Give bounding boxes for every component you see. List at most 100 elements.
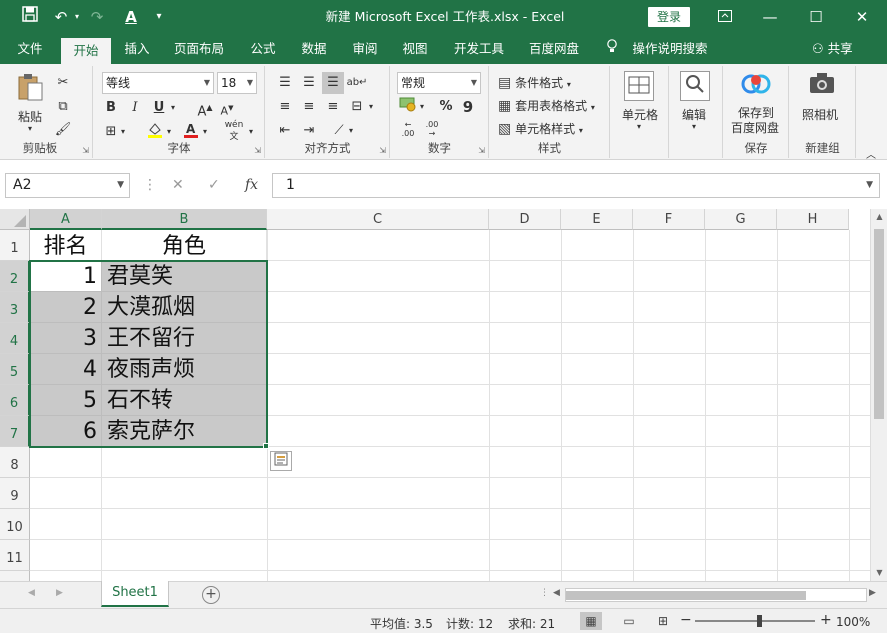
save-icon[interactable] [18, 0, 42, 34]
cell-b5[interactable]: 夜雨声烦 [102, 354, 267, 385]
cells-icon[interactable] [624, 71, 654, 101]
login-button[interactable]: 登录 [648, 7, 690, 27]
horizontal-scroll-thumb[interactable] [566, 591, 806, 600]
number-launcher-icon[interactable]: ⇲ [478, 146, 485, 155]
align-bottom-icon[interactable]: ☰ [322, 72, 344, 94]
cell-b7[interactable]: 索克萨尔 [102, 416, 267, 447]
tell-me-search[interactable]: 操作说明搜索 [630, 34, 710, 64]
column-header-f[interactable]: F [633, 209, 705, 230]
next-sheet-icon[interactable]: ▶ [56, 588, 63, 598]
shrink-font-button[interactable]: A▼ [216, 97, 238, 119]
underline-button[interactable]: U [148, 97, 170, 119]
row-header-2[interactable]: 2 [0, 261, 30, 292]
paste-label[interactable]: 粘贴 [18, 108, 42, 125]
cells-label[interactable]: 单元格 [622, 106, 658, 123]
cells-dropdown-icon[interactable]: ▾ [637, 122, 641, 131]
row-header-11[interactable]: 11 [0, 540, 30, 571]
conditional-formatting-button[interactable]: ▤ 条件格式 ▾ [498, 74, 571, 91]
tab-split-icon[interactable]: ⋮ [540, 588, 549, 598]
scroll-right-icon[interactable]: ▶ [869, 588, 876, 598]
merge-dropdown-icon[interactable]: ▾ [366, 96, 376, 118]
row-header-5[interactable]: 5 [0, 354, 30, 385]
decrease-decimal-button[interactable]: .00 → [421, 120, 443, 142]
edit-label[interactable]: 编辑 [682, 106, 706, 123]
name-box[interactable]: A2 ▼ [5, 173, 130, 198]
font-size-combo[interactable]: 18 ▼ [217, 72, 257, 94]
zoom-slider-knob[interactable] [757, 615, 762, 627]
normal-view-icon[interactable]: ▦ [580, 612, 602, 630]
row-header-12[interactable] [0, 571, 30, 581]
undo-icon[interactable]: ↶ [50, 0, 72, 34]
orientation-dropdown-icon[interactable]: ▾ [346, 120, 356, 142]
paste-icon[interactable] [14, 72, 46, 102]
undo-dropdown-icon[interactable]: ▾ [72, 0, 82, 34]
search-icon[interactable] [680, 71, 710, 101]
cell-a2[interactable]: 1 [30, 261, 102, 292]
prev-sheet-icon[interactable]: ◀ [28, 588, 35, 598]
column-header-g[interactable]: G [705, 209, 777, 230]
zoom-slider[interactable] [695, 620, 815, 622]
cell-b6[interactable]: 石不转 [102, 385, 267, 416]
grow-font-button[interactable]: A▲ [194, 97, 216, 119]
add-sheet-button[interactable]: + [202, 586, 220, 604]
tab-file[interactable]: 文件 [8, 34, 52, 64]
increase-indent-icon[interactable]: ⇥ [298, 120, 320, 142]
cell-b2[interactable]: 君莫笑 [102, 261, 267, 292]
zoom-out-button[interactable]: − [680, 612, 692, 628]
enter-icon[interactable]: ✓ [208, 177, 220, 193]
select-all-button[interactable] [0, 209, 30, 230]
vertical-scrollbar[interactable]: ▲ ▼ [870, 209, 887, 581]
sheet-tab-sheet1[interactable]: Sheet1 [101, 581, 169, 607]
font-name-combo[interactable]: 等线 ▼ [102, 72, 214, 94]
font-launcher-icon[interactable]: ⇲ [254, 146, 261, 155]
scroll-up-icon[interactable]: ▲ [871, 209, 887, 225]
align-center-icon[interactable]: ≡ [298, 96, 320, 118]
row-header-1[interactable]: 1 [0, 230, 30, 261]
cell-styles-button[interactable]: ▧ 单元格样式 ▾ [498, 120, 583, 137]
cell-b4[interactable]: 王不留行 [102, 323, 267, 354]
tab-baidu-netdisk[interactable]: 百度网盘 [523, 34, 585, 64]
camera-icon[interactable] [806, 71, 838, 101]
row-header-9[interactable]: 9 [0, 478, 30, 509]
cancel-icon[interactable]: ✕ [172, 177, 184, 193]
paste-dropdown-icon[interactable]: ▾ [28, 124, 32, 133]
tab-formulas[interactable]: 公式 [242, 34, 284, 64]
column-header-a[interactable]: A [30, 209, 102, 230]
cell-a3[interactable]: 2 [30, 292, 102, 323]
format-as-table-button[interactable]: ▦ 套用表格格式 ▾ [498, 97, 595, 114]
row-header-7[interactable]: 7 [0, 416, 30, 447]
cut-icon[interactable]: ✂ [52, 72, 74, 94]
insert-function-icon[interactable]: fx [245, 177, 258, 193]
horizontal-scrollbar[interactable] [565, 588, 867, 602]
share-button[interactable]: ⚇ 共享 [812, 34, 853, 64]
cell-a1[interactable]: 排名 [30, 230, 102, 261]
formula-input[interactable]: 1 ▼ [272, 173, 880, 198]
ribbon-display-options-icon[interactable] [705, 0, 745, 34]
zoom-level[interactable]: 100% [836, 615, 870, 629]
page-break-view-icon[interactable]: ⊞ [652, 612, 674, 630]
customize-toolbar-icon[interactable]: ▾ [152, 0, 166, 34]
alignment-launcher-icon[interactable]: ⇲ [379, 146, 386, 155]
minimize-icon[interactable]: — [750, 0, 790, 34]
percent-button[interactable]: % [435, 96, 457, 118]
wrap-text-icon[interactable]: ab↵ [346, 72, 368, 94]
save-to-baidu-line2[interactable]: 百度网盘 [731, 119, 779, 136]
column-header-c[interactable]: C [267, 209, 489, 230]
zoom-in-button[interactable]: + [820, 612, 832, 628]
row-header-10[interactable]: 10 [0, 509, 30, 540]
cell-a7[interactable]: 6 [30, 416, 102, 447]
cell-a6[interactable]: 5 [30, 385, 102, 416]
tab-insert[interactable]: 插入 [116, 34, 158, 64]
copy-icon[interactable]: ⧉ [52, 96, 74, 118]
cell-a4[interactable]: 3 [30, 323, 102, 354]
font-color-quick-icon[interactable]: A [122, 0, 140, 34]
close-icon[interactable]: ✕ [842, 0, 882, 34]
align-top-icon[interactable]: ☰ [274, 72, 296, 94]
increase-decimal-button[interactable]: ← .00 [397, 120, 419, 142]
tab-view[interactable]: 视图 [394, 34, 436, 64]
tab-review[interactable]: 审阅 [344, 34, 386, 64]
page-layout-view-icon[interactable]: ▭ [618, 612, 640, 630]
edit-dropdown-icon[interactable]: ▾ [692, 122, 696, 131]
column-header-b[interactable]: B [102, 209, 267, 230]
comma-button[interactable]: 9 [457, 96, 479, 118]
